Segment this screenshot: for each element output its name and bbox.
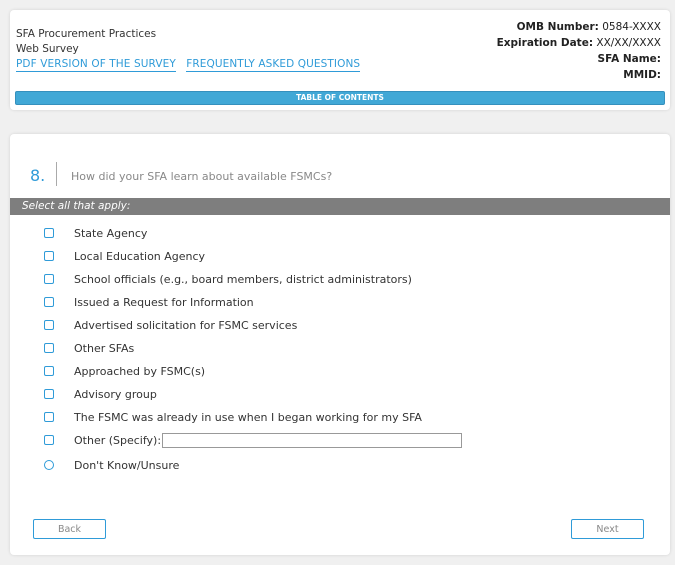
checkbox[interactable] xyxy=(44,343,54,353)
option-advertised-solicitation[interactable]: Advertised solicitation for FSMC service… xyxy=(44,316,297,334)
table-of-contents-button[interactable]: TABLE OF CONTENTS xyxy=(15,91,665,105)
checkbox[interactable] xyxy=(44,320,54,330)
survey-title-line1: SFA Procurement Practices xyxy=(16,28,157,40)
pdf-version-link[interactable]: PDF VERSION OF THE SURVEY xyxy=(16,58,176,72)
next-button[interactable]: Next xyxy=(571,519,644,539)
checkbox[interactable] xyxy=(44,251,54,261)
option-fsmc-already-in-use[interactable]: The FSMC was already in use when I began… xyxy=(44,408,422,426)
option-other-specify[interactable]: Other (Specify): xyxy=(44,431,463,449)
question-text: How did your SFA learn about available F… xyxy=(71,170,333,183)
option-local-education-agency[interactable]: Local Education Agency xyxy=(44,247,205,265)
mmid: MMID: xyxy=(623,69,661,81)
checkbox[interactable] xyxy=(44,412,54,422)
survey-meta: OMB Number: 0584-XXXX Expiration Date: X… xyxy=(497,19,661,83)
checkbox[interactable] xyxy=(44,274,54,284)
option-state-agency[interactable]: State Agency xyxy=(44,224,147,242)
header-card: SFA Procurement Practices Web Survey PDF… xyxy=(10,10,670,110)
question-number: 8. xyxy=(30,166,46,185)
question-divider xyxy=(56,162,57,186)
sfa-name: SFA Name: xyxy=(597,53,661,65)
option-other-sfas[interactable]: Other SFAs xyxy=(44,339,134,357)
faq-link[interactable]: FREQUENTLY ASKED QUESTIONS xyxy=(186,58,361,72)
checkbox[interactable] xyxy=(44,228,54,238)
checkbox[interactable] xyxy=(44,389,54,399)
header-links: PDF VERSION OF THE SURVEY FREQUENTLY ASK… xyxy=(16,58,367,72)
option-school-officials[interactable]: School officials (e.g., board members, d… xyxy=(44,270,412,288)
checkbox[interactable] xyxy=(44,297,54,307)
back-button[interactable]: Back xyxy=(33,519,106,539)
option-request-for-information[interactable]: Issued a Request for Information xyxy=(44,293,254,311)
radio-button[interactable] xyxy=(44,460,54,470)
option-approached-by-fsmc[interactable]: Approached by FSMC(s) xyxy=(44,362,205,380)
survey-title-line2: Web Survey xyxy=(16,43,79,55)
option-advisory-group[interactable]: Advisory group xyxy=(44,385,157,403)
survey-title: SFA Procurement Practices Web Survey xyxy=(16,27,156,57)
checkbox[interactable] xyxy=(44,366,54,376)
other-specify-input[interactable] xyxy=(162,432,463,448)
expiration-date: Expiration Date: XX/XX/XXXX xyxy=(496,37,661,49)
checkbox[interactable] xyxy=(44,435,54,445)
instruction-bar: Select all that apply: xyxy=(10,198,670,215)
question-card: 8. How did your SFA learn about availabl… xyxy=(10,134,670,555)
omb-number: OMB Number: 0584-XXXX xyxy=(516,21,661,33)
option-dont-know[interactable]: Don't Know/Unsure xyxy=(44,456,179,474)
